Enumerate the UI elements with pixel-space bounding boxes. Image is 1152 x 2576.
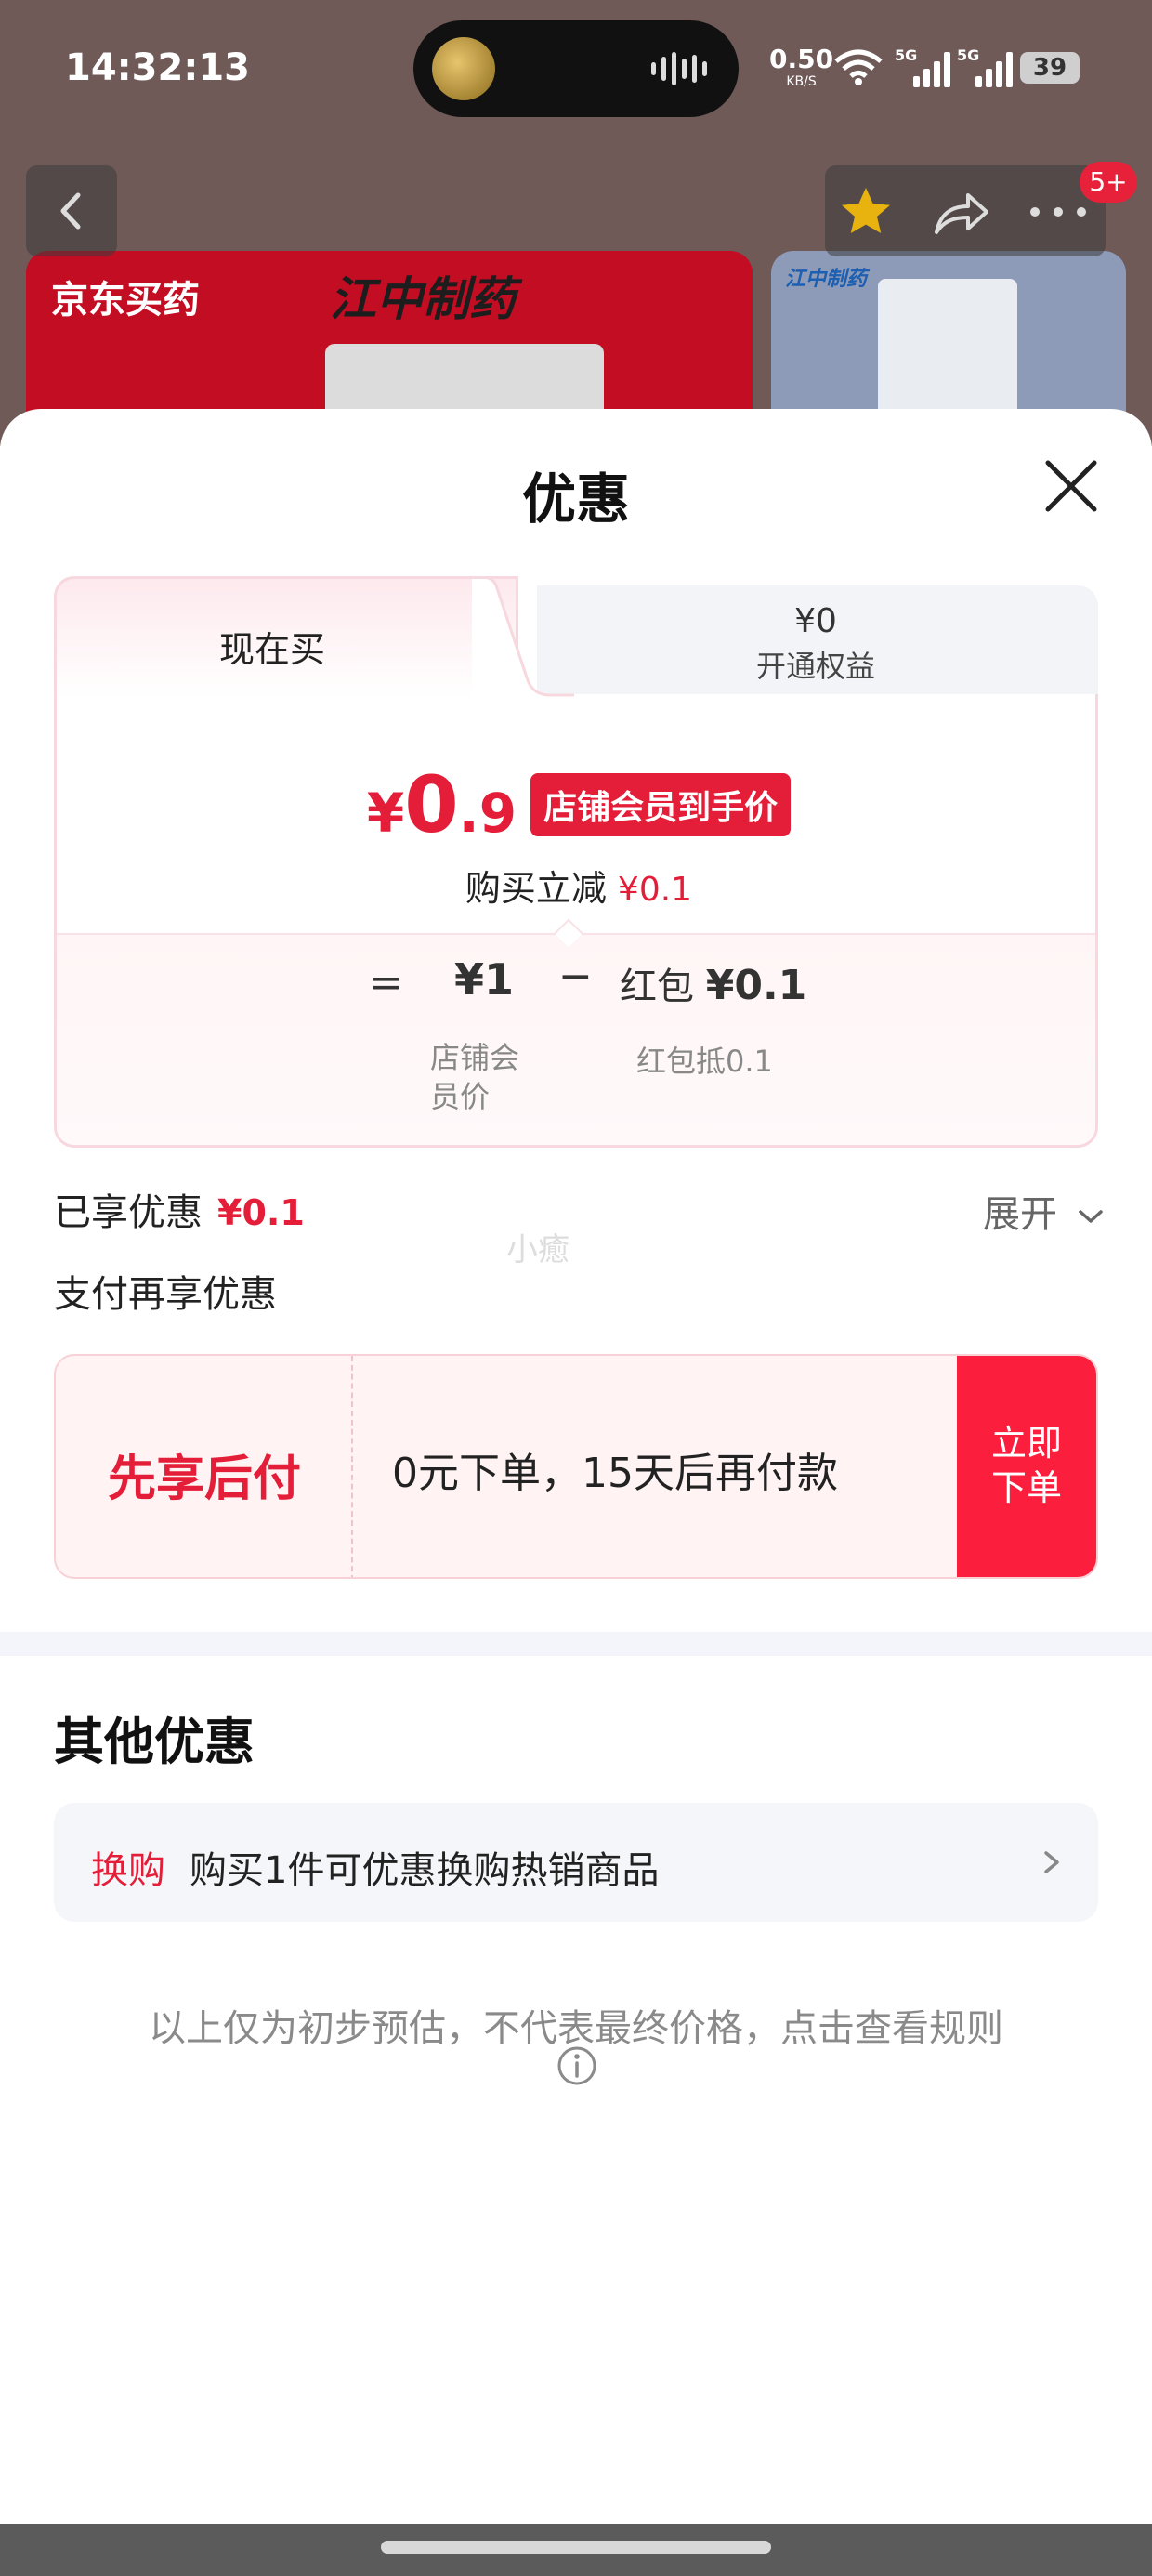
watermark: 小癒 bbox=[506, 1231, 569, 1268]
share-icon[interactable] bbox=[931, 186, 990, 238]
status-time: 14:32:13 bbox=[65, 46, 250, 89]
chevron-left-icon bbox=[60, 192, 81, 230]
redpacket-amount: ¥0.1 bbox=[705, 962, 807, 1009]
info-icon[interactable] bbox=[556, 2044, 598, 2087]
price-currency: ¥ bbox=[366, 782, 405, 845]
banner-brand-label: 京东买药 bbox=[51, 279, 200, 322]
more-icon[interactable] bbox=[1028, 203, 1089, 221]
media-cover-icon bbox=[432, 37, 495, 100]
member-price-badge: 店铺会员到手价 bbox=[530, 773, 792, 836]
order-now-button[interactable]: 立即下单 bbox=[957, 1356, 1096, 1577]
close-icon[interactable] bbox=[1042, 457, 1100, 515]
breakdown-redpacket: 红包 ¥0.1 bbox=[620, 956, 806, 1010]
buy-now-pay-later-card[interactable]: 先享后付 0元下单，15天后再付款 立即下单 bbox=[54, 1354, 1098, 1579]
trade-in-text: 购买1件可优惠换购热销商品 bbox=[190, 1849, 660, 1892]
price-integer: 0 bbox=[404, 759, 459, 850]
expand-label: 展开 bbox=[983, 1193, 1057, 1236]
tab-membership-label: 开通权益 bbox=[755, 649, 875, 684]
price-card-body: ¥0.9 店铺会员到手价 购买立减 ¥0.1 = ¥1 − 红包 ¥0.1 店铺会… bbox=[54, 694, 1098, 1148]
instant-discount-label: 购买立减 bbox=[465, 868, 607, 909]
expand-button[interactable]: 展开 bbox=[983, 1184, 1105, 1238]
bnpl-description: 0元下单，15天后再付款 bbox=[392, 1450, 838, 1497]
enjoyed-discount-label: 已享优惠 bbox=[54, 1191, 203, 1234]
enjoyed-discount-amount: ¥0.1 bbox=[217, 1192, 305, 1233]
back-button[interactable] bbox=[26, 165, 117, 256]
battery-icon: 39 bbox=[1020, 52, 1080, 84]
banner-brand-logo: 江中制药 bbox=[330, 272, 516, 326]
enjoyed-discount: 已享优惠 ¥0.1 bbox=[54, 1182, 305, 1236]
final-price: ¥0.9 bbox=[367, 759, 517, 850]
instant-discount: 购买立减 ¥0.1 bbox=[57, 860, 1095, 911]
bnpl-logo-area: 先享后付 bbox=[56, 1356, 353, 1577]
nav-actions bbox=[825, 165, 1106, 256]
star-icon[interactable] bbox=[838, 184, 894, 240]
tab-membership-price: ¥0 bbox=[794, 602, 837, 640]
trade-in-offer-row[interactable]: 换购 购买1件可优惠换购热销商品 bbox=[54, 1803, 1098, 1922]
signal-icon-sim1: 5G bbox=[895, 46, 950, 87]
redpacket-label: 红包 bbox=[620, 966, 694, 1008]
chevron-right-icon bbox=[1044, 1851, 1059, 1873]
price-decimal: .9 bbox=[458, 782, 517, 845]
section-divider bbox=[0, 1632, 1152, 1656]
wifi-icon bbox=[834, 49, 883, 85]
other-offers-title: 其他优惠 bbox=[54, 1713, 255, 1771]
breakdown-base-price: ¥1 bbox=[454, 954, 515, 1005]
order-now-label: 立即下单 bbox=[990, 1423, 1062, 1508]
price-card: ¥0 开通权益 ¥0.9 店铺会员到手价 购买立减 ¥0.1 = ¥1 − 红包 … bbox=[54, 576, 1098, 1148]
signal-icon-sim2: 5G bbox=[957, 46, 1013, 87]
trade-in-tag: 换购 bbox=[91, 1849, 165, 1892]
dynamic-island bbox=[413, 20, 739, 117]
status-bar: 14:32:13 0.50 KB/S 5G 5G 39 bbox=[0, 0, 1152, 139]
banner-secondary-brand: 江中制药 bbox=[785, 268, 868, 291]
redpacket-caption: 红包抵0.1 bbox=[636, 1044, 773, 1079]
final-price-row: ¥0.9 店铺会员到手价 bbox=[57, 759, 1095, 850]
instant-discount-amount: ¥0.1 bbox=[617, 871, 693, 909]
breakdown-equals: = bbox=[369, 959, 403, 1006]
pay-more-label: 支付再享优惠 bbox=[54, 1273, 277, 1316]
home-indicator[interactable] bbox=[381, 2541, 771, 2554]
breakdown-minus: − bbox=[558, 953, 593, 1000]
network-speed: 0.50 KB/S bbox=[769, 46, 833, 93]
chevron-down-icon bbox=[1078, 1210, 1103, 1223]
sheet-title: 优惠 bbox=[521, 467, 630, 531]
bnpl-logo: 先享后付 bbox=[107, 1452, 301, 1507]
notification-badge: 5+ bbox=[1080, 162, 1137, 203]
base-price-caption: 店铺会员价 bbox=[430, 1040, 520, 1114]
discount-sheet: 优惠 ¥0 开通权益 ¥0.9 店铺会员到手价 购买立减 ¥0.1 = ¥1 − … bbox=[0, 409, 1152, 2576]
audio-wave-icon bbox=[651, 52, 707, 85]
tab-buy-now-label: 现在买 bbox=[218, 629, 325, 670]
